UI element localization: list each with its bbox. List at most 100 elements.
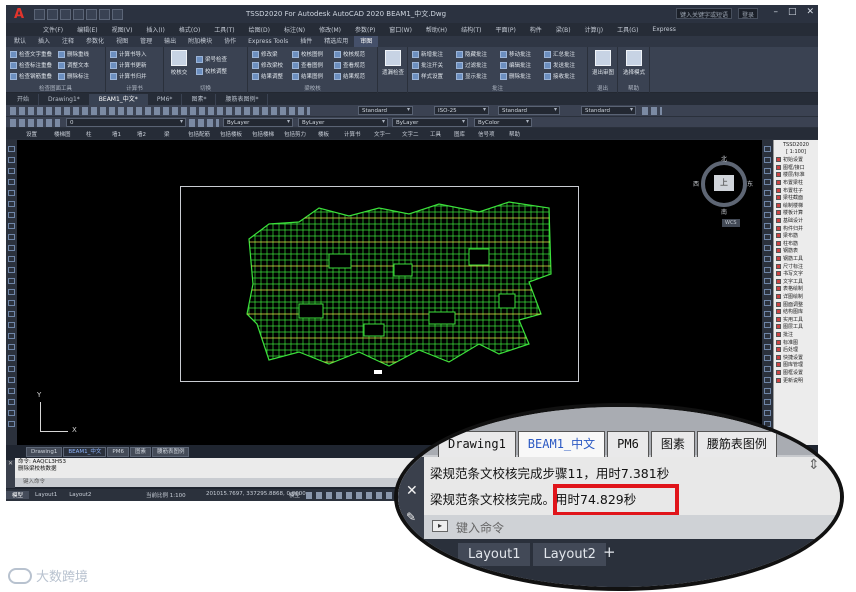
modify-tool-icon[interactable]: [764, 212, 771, 218]
modify-tool-icon[interactable]: [764, 146, 771, 152]
tssd-menu-entry[interactable]: 基础设计: [774, 217, 818, 225]
tssd-menu-entry[interactable]: 图框/接口: [774, 164, 818, 172]
draw-tool-icon[interactable]: [8, 212, 15, 218]
command-prompt-icon[interactable]: ▸: [432, 520, 448, 532]
tssd-menu-entry[interactable]: 图层工具: [774, 323, 818, 331]
modify-tool-icon[interactable]: [764, 344, 771, 350]
tssd-menu-entry[interactable]: 钢筋工具: [774, 255, 818, 263]
undo-icon[interactable]: [99, 8, 110, 20]
draw-tool-icon[interactable]: [8, 410, 15, 416]
zoom-layout1-tab[interactable]: Layout1: [458, 543, 531, 566]
save-as-icon[interactable]: [73, 8, 84, 20]
send-annotation-button[interactable]: 发送批注: [544, 61, 575, 69]
tssd-menu-entry[interactable]: 绘制楼梯: [774, 202, 818, 210]
modify-tool-icon[interactable]: [764, 333, 771, 339]
tssd-menu-entry[interactable]: 书写文字: [774, 270, 818, 278]
tssd-menu-item[interactable]: 包括配筋: [188, 130, 210, 138]
modify-tool-icon[interactable]: [764, 190, 771, 196]
select-mode-button[interactable]: 选择模式: [621, 50, 647, 76]
draw-tool-icon[interactable]: [8, 289, 15, 295]
menu-item[interactable]: 视图(V): [105, 25, 140, 34]
new-icon[interactable]: [34, 8, 45, 20]
menu-item[interactable]: 绘图(D): [242, 25, 277, 34]
search-input[interactable]: 键入关键字或短语: [675, 8, 732, 19]
plotstyle-select[interactable]: ByColor: [474, 118, 532, 127]
zoom-tab[interactable]: 图素: [650, 431, 695, 457]
draw-tool-icon[interactable]: [8, 355, 15, 361]
drawing-area[interactable]: X Y 上 北 南 东 西 WCS: [17, 140, 762, 445]
tssd-menu-item[interactable]: 图库: [454, 130, 465, 138]
menu-item[interactable]: 修改(M): [312, 25, 348, 34]
viewcube[interactable]: 上 北 南 东 西: [693, 156, 753, 216]
summary-annotation-button[interactable]: 汇总批注: [544, 50, 575, 58]
beam-number-check-button[interactable]: 梁号检查: [196, 55, 227, 63]
zoom-tab[interactable]: PM6: [607, 431, 649, 457]
tssd-menu-entry[interactable]: 布置柱子: [774, 186, 818, 194]
modify-tool-icon[interactable]: [764, 179, 771, 185]
layer-state-icons[interactable]: [10, 119, 60, 127]
command-input[interactable]: 键入命令: [15, 478, 435, 487]
tssd-menu-entry[interactable]: 图面调整: [774, 300, 818, 308]
redo-icon[interactable]: [112, 8, 123, 20]
compass-south[interactable]: 南: [721, 207, 727, 216]
draw-tool-icon[interactable]: [8, 146, 15, 152]
draw-tool-icon[interactable]: [8, 157, 15, 163]
tssd-menu-item[interactable]: 包括楼梯: [252, 130, 274, 138]
draw-tool-icon[interactable]: [8, 388, 15, 394]
tssd-menu-item[interactable]: 包括剪力: [284, 130, 306, 138]
zoom-command-input[interactable]: 键入命令: [456, 519, 504, 536]
calc-update-button[interactable]: 计算书更新: [110, 61, 147, 69]
modify-tool-icon[interactable]: [764, 157, 771, 163]
zoom-wrench-icon[interactable]: ✎: [406, 510, 416, 524]
menu-item[interactable]: 梁(B): [549, 25, 578, 34]
modify-tool-icon[interactable]: [764, 234, 771, 240]
ribbon-tab[interactable]: 参数化: [80, 36, 110, 47]
edit-annotation-button[interactable]: 编辑批注: [500, 61, 531, 69]
ribbon-tab[interactable]: 插件: [294, 36, 318, 47]
close-icon[interactable]: ✕: [806, 7, 814, 17]
menu-item[interactable]: 结构(T): [454, 25, 488, 34]
draw-tool-icon[interactable]: [8, 223, 15, 229]
modify-tool-icon[interactable]: [764, 168, 771, 174]
modify-tool-icon[interactable]: [764, 267, 771, 273]
menu-item[interactable]: 计算(J): [578, 25, 610, 34]
check-adjust-button[interactable]: 校核调整: [196, 67, 227, 75]
linetype-select[interactable]: ByLayer: [298, 118, 388, 127]
modify-tool-icon[interactable]: [764, 366, 771, 372]
ribbon-tab[interactable]: 注释: [56, 36, 80, 47]
draw-tool-icon[interactable]: [8, 190, 15, 196]
draw-tool-icon[interactable]: [8, 168, 15, 174]
layout-tab-active[interactable]: BEAM1_中文: [63, 447, 107, 457]
layout-tab[interactable]: Drawing1: [26, 447, 63, 457]
tssd-menu-item[interactable]: 文字二: [402, 130, 419, 138]
modify-tool-icon[interactable]: [764, 278, 771, 284]
check-rebar-overlap-button[interactable]: 检查钢筋重叠: [10, 72, 52, 80]
save-icon[interactable]: [60, 8, 71, 20]
file-tab[interactable]: 腰筋表图例*: [216, 94, 269, 105]
tssd-menu-entry[interactable]: 楼板计算: [774, 209, 818, 217]
check-dim-overlap-button[interactable]: 检查标注重叠: [10, 61, 52, 69]
open-icon[interactable]: [47, 8, 58, 20]
tssd-menu-item[interactable]: 墙2: [137, 130, 146, 138]
menu-item[interactable]: Express: [645, 26, 682, 33]
draw-tool-icon[interactable]: [8, 366, 15, 372]
tssd-menu-item[interactable]: 墙1: [112, 130, 121, 138]
menu-item[interactable]: 插入(I): [139, 25, 171, 34]
autocad-logo-icon[interactable]: A: [6, 5, 32, 23]
modify-tool-icon[interactable]: [764, 201, 771, 207]
ribbon-tab-review[interactable]: 审图: [354, 36, 379, 47]
mleader-style-select[interactable]: Standard: [581, 106, 636, 115]
delete-dim-button[interactable]: 删除标注: [58, 72, 89, 80]
tssd-menu-item[interactable]: 柱: [86, 130, 92, 138]
tssd-menu-item[interactable]: 楼梯图: [54, 130, 71, 138]
ribbon-tab[interactable]: 管理: [134, 36, 158, 47]
ribbon-tab[interactable]: 插入: [32, 36, 56, 47]
menu-item[interactable]: 格式(O): [172, 25, 207, 34]
annotation-toggle-button[interactable]: 批注开关: [412, 61, 443, 69]
tssd-menu-item[interactable]: 包括楼板: [220, 130, 242, 138]
tssd-menu-entry[interactable]: 钢筋表: [774, 247, 818, 255]
menu-item[interactable]: 工具(T): [207, 25, 241, 34]
tssd-menu-entry[interactable]: 尺寸标注: [774, 262, 818, 270]
file-tab[interactable]: Drawing1*: [39, 94, 90, 105]
filter-annotation-button[interactable]: 过滤批注: [456, 61, 487, 69]
